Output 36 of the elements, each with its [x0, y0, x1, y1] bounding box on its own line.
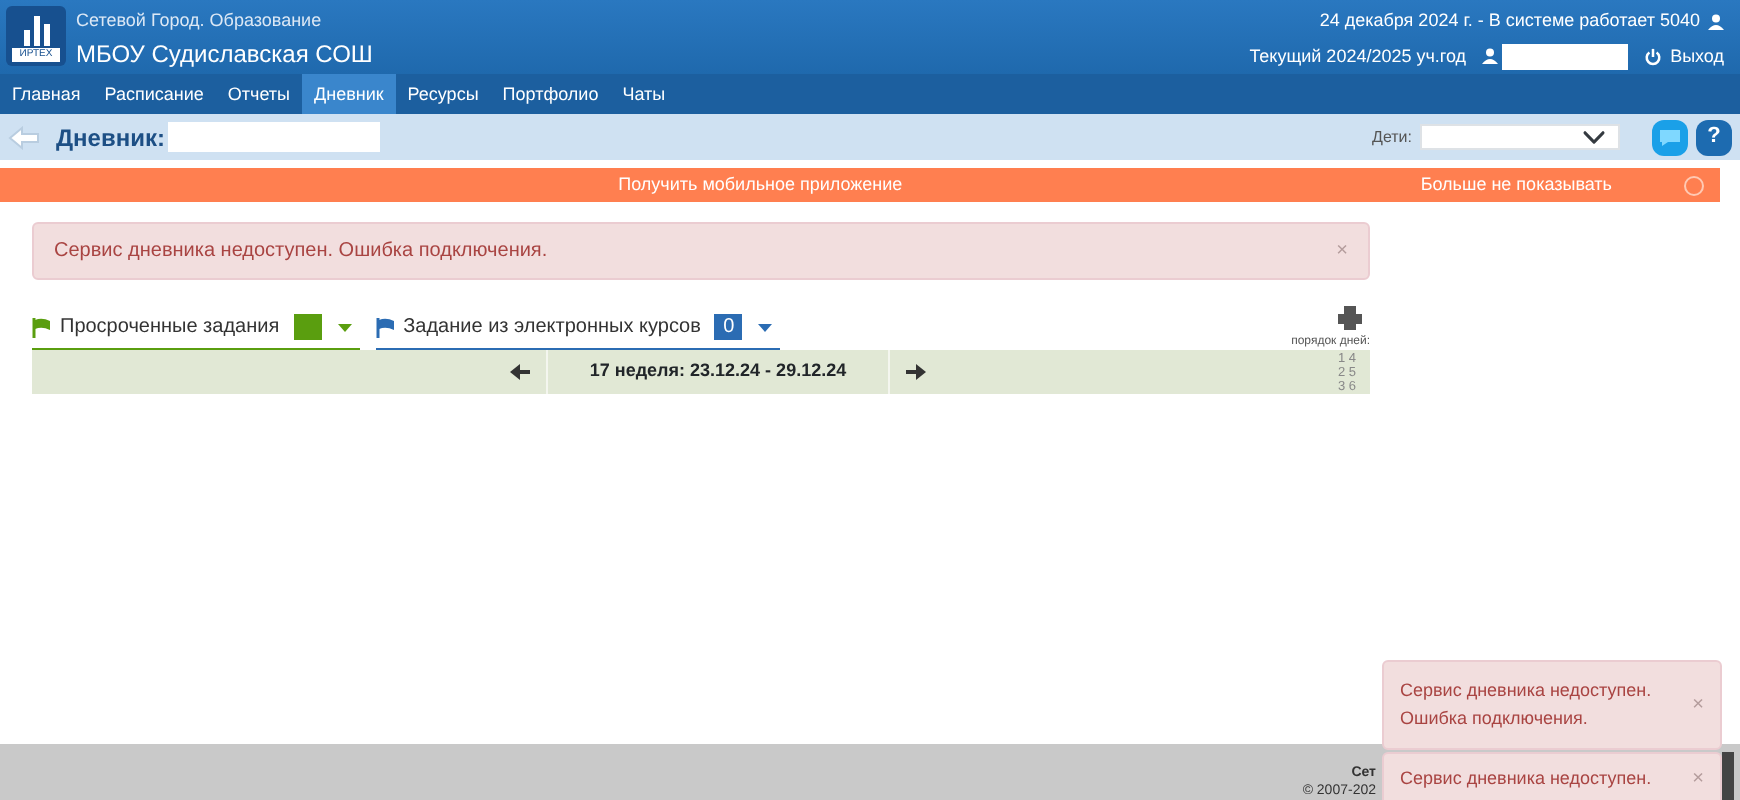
- flag-icon: [375, 317, 396, 337]
- nav-tab[interactable]: Ресурсы: [395, 74, 491, 114]
- user-icon: [1708, 13, 1724, 30]
- toast-notification: Сервис дневника недоступен. ×: [1382, 752, 1722, 800]
- nav-tab[interactable]: Расписание: [92, 74, 216, 114]
- school-name: МБОУ Судиславская СОШ: [76, 37, 373, 71]
- flag-icon: [32, 317, 52, 337]
- page-title: Дневник:: [56, 121, 165, 155]
- user-name-field: [1502, 43, 1629, 70]
- next-arrow-icon[interactable]: [906, 364, 926, 380]
- caret-icon: [337, 323, 352, 331]
- portal-subtitle: Сетевой Город. Образование: [76, 8, 324, 34]
- user-icon: [1482, 48, 1499, 65]
- logout-link[interactable]: Выход: [1644, 43, 1724, 70]
- school-year: Текущий 2024/2025 уч.год: [1249, 43, 1467, 70]
- nav-tab[interactable]: Чаты: [610, 74, 678, 114]
- chat-icon[interactable]: [1652, 119, 1688, 155]
- alert-message: Сервис дневника недоступен. Ошибка подключения.: [54, 238, 548, 266]
- toast-notification: Сервис дневника недоступен. Ошибка подключения. ×: [1382, 660, 1722, 750]
- scrollbar-thumb[interactable]: [1722, 752, 1734, 800]
- count-badge: 0: [714, 314, 743, 340]
- children-label: Дети:: [1372, 125, 1412, 149]
- nav-tab[interactable]: Главная: [0, 74, 93, 114]
- caret-icon: [758, 323, 773, 331]
- nav-tab[interactable]: Портфолио: [490, 74, 611, 114]
- nav-tab[interactable]: Отчеты: [215, 74, 302, 114]
- help-button[interactable]: ?: [1696, 119, 1732, 155]
- week-label: 17 неделя: 23.12.24 - 29.12.24: [546, 350, 890, 394]
- prev-arrow-icon[interactable]: [510, 364, 530, 380]
- back-arrow-icon[interactable]: [8, 125, 40, 149]
- close-icon[interactable]: [1684, 175, 1704, 195]
- color-swatch: [293, 314, 322, 340]
- children-select[interactable]: [1420, 124, 1620, 150]
- nav-tab[interactable]: Дневник: [302, 74, 396, 114]
- status-text: 24 декабря 2024 г. - В системе работает 5040: [1319, 8, 1700, 34]
- power-icon: [1644, 47, 1663, 66]
